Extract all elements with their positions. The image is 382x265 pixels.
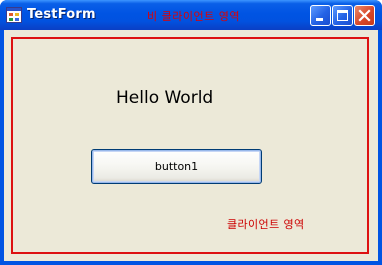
close-button[interactable] — [354, 5, 375, 26]
button1[interactable]: button1 — [91, 149, 262, 184]
maximize-button[interactable] — [332, 5, 353, 26]
minimize-icon — [316, 18, 323, 21]
client-area-outline — [11, 37, 369, 254]
form-window: TestForm 비 클라이언트 영역 Hello World button1 … — [0, 0, 382, 265]
minimize-button[interactable] — [310, 5, 331, 26]
maximize-icon — [337, 10, 348, 21]
client-area-label: 클라이언트 영역 — [227, 218, 305, 231]
client-area: Hello World button1 클라이언트 영역 — [4, 30, 378, 261]
close-icon — [358, 9, 371, 22]
window-title: TestForm — [27, 7, 96, 22]
hello-label: Hello World — [116, 88, 214, 108]
app-icon[interactable] — [6, 7, 22, 23]
title-bar[interactable]: TestForm 비 클라이언트 영역 — [0, 0, 382, 30]
nonclient-area-label: 비 클라이언트 영역 — [147, 10, 240, 23]
